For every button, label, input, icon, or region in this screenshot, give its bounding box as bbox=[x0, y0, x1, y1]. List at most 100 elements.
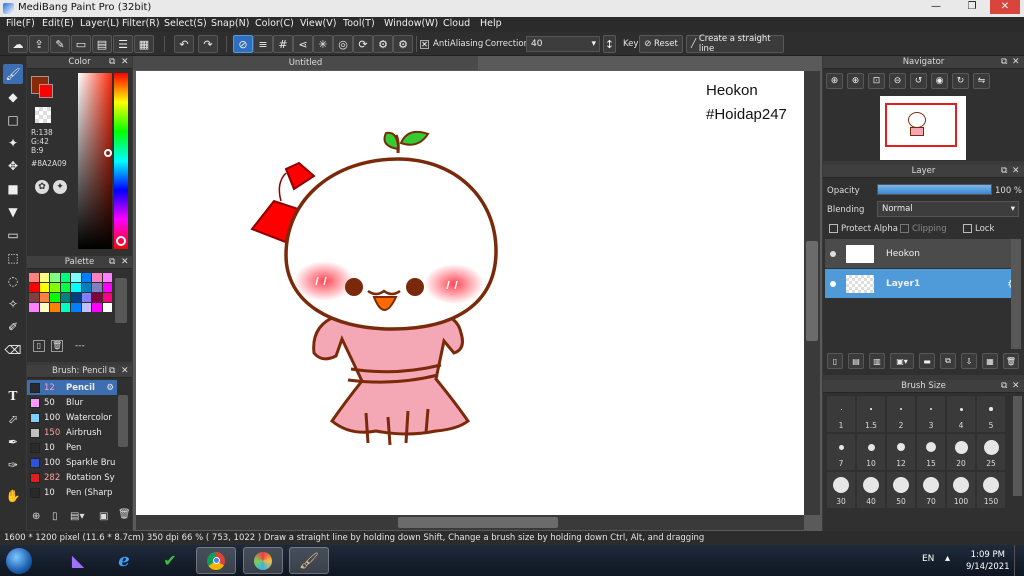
palette-swatch[interactable] bbox=[60, 273, 70, 282]
select-eraser-tool-icon[interactable]: ⌫ bbox=[3, 340, 23, 360]
menu-filter[interactable]: Filter(R) bbox=[122, 18, 160, 29]
new-layer-icon[interactable]: ▯ bbox=[827, 353, 843, 369]
settings-snap-icon[interactable]: ⚙ bbox=[393, 35, 413, 53]
folder-icon[interactable]: ▬ bbox=[919, 353, 935, 369]
palette-swatch[interactable] bbox=[29, 273, 39, 282]
vanishing-snap-icon[interactable]: ⋖ bbox=[293, 35, 313, 53]
palette-swatch[interactable] bbox=[92, 283, 102, 292]
transparent-color-swatch[interactable] bbox=[35, 107, 51, 123]
redo-icon[interactable]: ↷ bbox=[198, 35, 218, 53]
horizontal-scroll-thumb[interactable] bbox=[398, 517, 558, 528]
brush-size-cell[interactable]: 150 bbox=[977, 472, 1005, 508]
list-icon[interactable]: ☰ bbox=[113, 35, 133, 53]
brush-item[interactable]: 12 Pencil ⚙ bbox=[27, 380, 117, 395]
new-8bit-layer-icon[interactable]: ▥ bbox=[869, 353, 885, 369]
palette-swatch[interactable] bbox=[81, 303, 91, 312]
menu-snap[interactable]: Snap(N) bbox=[211, 18, 249, 29]
hand-tool-icon[interactable]: ✋ bbox=[3, 486, 23, 506]
magic-wand-tool-icon[interactable]: ✧ bbox=[3, 294, 23, 314]
layer-row-layer1[interactable]: Layer1 ⚙ bbox=[825, 269, 1021, 298]
palette-swatch[interactable] bbox=[29, 303, 39, 312]
palette-swatch[interactable] bbox=[81, 283, 91, 292]
palette-swatch[interactable] bbox=[102, 303, 112, 312]
cross-snap-icon[interactable]: # bbox=[273, 35, 293, 53]
straight-line-button[interactable]: ╱ Create a straight line bbox=[686, 34, 784, 54]
hue-cursor[interactable] bbox=[116, 236, 126, 246]
lock-checkbox[interactable] bbox=[963, 224, 972, 233]
menu-color[interactable]: Color(C) bbox=[255, 18, 294, 29]
menu-edit[interactable]: Edit(E) bbox=[42, 18, 74, 29]
flip-icon[interactable]: ⇋ bbox=[973, 73, 990, 89]
brush-item[interactable]: 50 Blur bbox=[27, 395, 117, 410]
horizontal-scrollbar[interactable] bbox=[136, 515, 804, 530]
palette-swatch[interactable] bbox=[50, 303, 60, 312]
close-icon[interactable]: ✕ bbox=[1012, 381, 1020, 391]
drawing-canvas[interactable]: Heokon #Hoidap247 bbox=[136, 71, 804, 515]
restore-button[interactable]: ❐ bbox=[960, 0, 984, 14]
duplicate-layer-icon[interactable]: ⧉ bbox=[940, 353, 956, 369]
brush-list-scrollbar[interactable] bbox=[118, 395, 128, 447]
brush-size-cell[interactable]: 70 bbox=[917, 472, 945, 508]
palette-swatch[interactable] bbox=[50, 293, 60, 302]
close-icon[interactable]: ✕ bbox=[1012, 57, 1020, 67]
opacity-slider[interactable] bbox=[877, 184, 992, 195]
menu-layer[interactable]: Layer(L) bbox=[80, 18, 119, 29]
close-icon[interactable]: ✕ bbox=[121, 257, 129, 267]
brush-item[interactable]: 150 Airbrush bbox=[27, 425, 117, 440]
select-pen-tool-icon[interactable]: ✐ bbox=[3, 317, 23, 337]
menu-cloud[interactable]: Cloud bbox=[443, 18, 470, 29]
zoom-out-icon[interactable]: ⊖ bbox=[889, 73, 906, 89]
palette-swatch[interactable] bbox=[71, 283, 81, 292]
brush-size-cell[interactable]: 100 bbox=[947, 472, 975, 508]
correction-stepper[interactable]: ↕ bbox=[603, 35, 616, 53]
share-icon[interactable]: ⇪ bbox=[29, 35, 49, 53]
palette-swatch[interactable] bbox=[92, 273, 102, 282]
palette-swatch[interactable] bbox=[29, 293, 39, 302]
zoom-fit-icon[interactable]: ⊕ bbox=[826, 73, 843, 89]
brush-item[interactable]: 10 Pen bbox=[27, 440, 117, 455]
vertical-scrollbar[interactable] bbox=[804, 71, 820, 515]
reset-button[interactable]: ⊘ Reset bbox=[639, 35, 683, 53]
palette-swatch[interactable] bbox=[71, 303, 81, 312]
gear-snap-icon[interactable]: ⚙ bbox=[373, 35, 393, 53]
brush-settings-gear-icon[interactable]: ⚙ bbox=[106, 383, 114, 393]
close-icon[interactable]: ✕ bbox=[121, 366, 129, 376]
hue-slider[interactable] bbox=[114, 73, 128, 249]
palette-swatch[interactable] bbox=[39, 293, 49, 302]
brush-size-cell[interactable]: 2 bbox=[887, 396, 915, 432]
start-button-icon[interactable] bbox=[6, 548, 32, 574]
palette-swatch[interactable] bbox=[71, 293, 81, 302]
rotate-left-icon[interactable]: ↺ bbox=[910, 73, 927, 89]
parallel-snap-icon[interactable]: ≡ bbox=[253, 35, 273, 53]
grid-icon[interactable]: ▦ bbox=[134, 35, 154, 53]
sub-color-swatch[interactable] bbox=[39, 84, 53, 98]
new-halftone-layer-icon[interactable]: ▤ bbox=[848, 353, 864, 369]
gradient-tool-icon[interactable]: ▭ bbox=[3, 225, 23, 245]
eraser-tool-icon[interactable]: ◆ bbox=[3, 87, 23, 107]
circle-snap-icon[interactable]: ◎ bbox=[333, 35, 353, 53]
blending-select[interactable]: Normal ▾ bbox=[877, 201, 1019, 217]
brush-size-cell[interactable]: 30 bbox=[827, 472, 855, 508]
medibang-taskbar-icon[interactable] bbox=[243, 547, 283, 574]
brush-size-cell[interactable]: 4 bbox=[947, 396, 975, 432]
visibility-icon[interactable] bbox=[830, 280, 836, 287]
menu-window[interactable]: Window(W) bbox=[384, 18, 438, 29]
reset-rotation-icon[interactable]: ◉ bbox=[931, 73, 948, 89]
protect-alpha-checkbox[interactable] bbox=[829, 224, 838, 233]
palette-swatch[interactable] bbox=[50, 283, 60, 292]
brush-item[interactable]: 100 Sparkle Bru bbox=[27, 455, 117, 470]
palette-swatch[interactable] bbox=[29, 283, 39, 292]
palette-swatch[interactable] bbox=[102, 293, 112, 302]
layer-row-heokon[interactable]: Heokon bbox=[825, 239, 1021, 268]
visual-studio-icon[interactable]: ◣ bbox=[58, 547, 98, 574]
brush-item[interactable]: 282 Rotation Sy bbox=[27, 470, 117, 485]
brush-size-cell[interactable]: 10 bbox=[857, 434, 885, 470]
coccoc-icon[interactable]: ✔ bbox=[150, 547, 190, 574]
menu-select[interactable]: Select(S) bbox=[164, 18, 207, 29]
brush-size-cell[interactable]: 7 bbox=[827, 434, 855, 470]
fill-rect-tool-icon[interactable]: ■ bbox=[3, 179, 23, 199]
brush-size-cell[interactable]: 20 bbox=[947, 434, 975, 470]
brush-item[interactable]: 10 Pen (Sharp bbox=[27, 485, 117, 500]
popout-icon[interactable]: ⧉ bbox=[109, 366, 115, 376]
palette-swatch[interactable] bbox=[50, 273, 60, 282]
